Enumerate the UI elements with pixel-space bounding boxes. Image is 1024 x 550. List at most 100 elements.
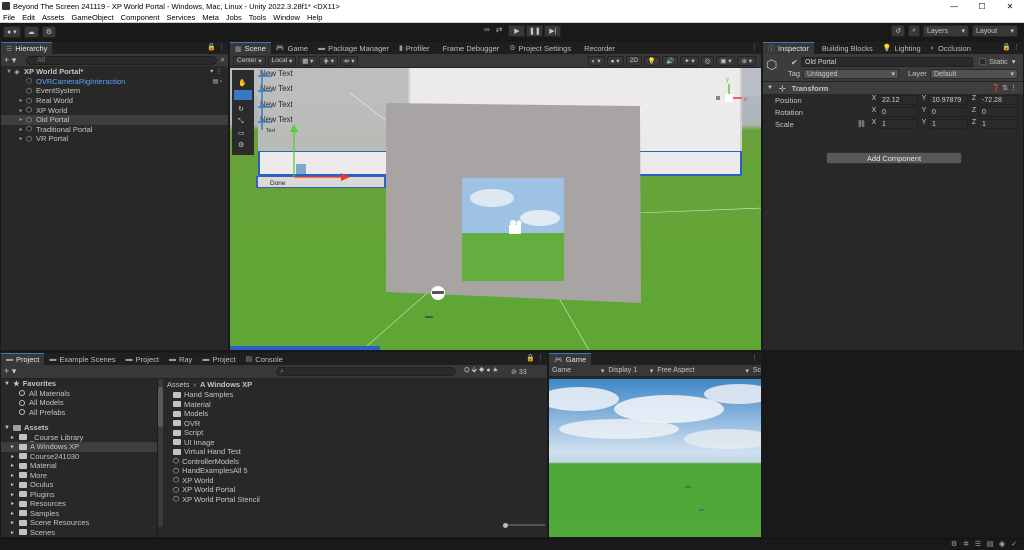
collapsed-arrow-icon[interactable]: ▸ xyxy=(11,500,19,507)
file-item[interactable]: ⬡ XP World xyxy=(173,476,547,486)
hierarchy-item[interactable]: ⬡ EventSystem xyxy=(1,86,228,96)
tab-lighting[interactable]: 💡 Lighting xyxy=(878,42,926,54)
search-options-icon[interactable]: ⌕ xyxy=(221,55,225,65)
collapsed-arrow-icon[interactable]: ▸ xyxy=(17,116,25,123)
add-component-button[interactable]: Add Component xyxy=(826,152,962,164)
account-dropdown[interactable]: ● ▾ xyxy=(3,25,21,38)
tab-project-settings[interactable]: ⚙ Project Settings xyxy=(504,42,576,54)
grid-snap-icon[interactable]: ▦ ▾ xyxy=(298,55,318,66)
tab-ray[interactable]: ▬ Ray xyxy=(164,353,197,365)
file-item[interactable]: Hand Samples xyxy=(173,390,547,400)
tab-hierarchy[interactable]: ☰ Hierarchy xyxy=(1,42,53,54)
collapsed-arrow-icon[interactable]: ▸ xyxy=(11,481,19,488)
tab-frame-debugger[interactable]: Frame Debugger xyxy=(435,42,505,54)
hierarchy-item[interactable]: ▸ ⬡ XP World xyxy=(1,105,228,115)
asset-folder-item[interactable]: ▸ Scenes xyxy=(1,528,157,538)
file-item[interactable]: Virtual Hand Test xyxy=(173,447,547,457)
tab-building-blocks[interactable]: Building Blocks xyxy=(814,42,878,54)
lighting-toggle-icon[interactable]: 💡 xyxy=(643,55,660,66)
tag-dropdown[interactable]: Untagged ▾ xyxy=(803,69,899,79)
scale-tool-icon[interactable]: ⤡ xyxy=(238,117,244,125)
file-item[interactable]: Models xyxy=(173,409,547,419)
scale-z-field[interactable]: 1 xyxy=(978,119,1018,129)
hierarchy-item[interactable]: ▸ ⬡ Old Portal xyxy=(1,114,228,125)
breadcrumb-current[interactable]: A Windows XP xyxy=(200,380,252,389)
hierarchy-item[interactable]: ▸ ⬡ Traditional Portal xyxy=(1,125,228,135)
favorite-item[interactable]: All Prefabs xyxy=(1,408,157,418)
network-icon[interactable]: ⚙ xyxy=(950,541,958,549)
tab-package-manager[interactable]: ▬ Package Manager xyxy=(313,42,394,54)
collapsed-arrow-icon[interactable]: ▸ xyxy=(17,107,25,114)
collapsed-arrow-icon[interactable]: ▸ xyxy=(17,97,25,104)
event-system-gizmo-icon[interactable] xyxy=(431,286,445,300)
menu-item-file[interactable]: File xyxy=(3,13,15,22)
check-icon[interactable]: ✓ xyxy=(1010,541,1018,549)
asset-folder-item[interactable]: ▸ Course241030 xyxy=(1,452,157,462)
asset-folder-item[interactable]: ▸ More xyxy=(1,471,157,481)
hierarchy-search-input[interactable]: All xyxy=(26,55,217,65)
tab-recorder[interactable]: Recorder xyxy=(576,42,620,54)
collapsed-arrow-icon[interactable]: ▸ xyxy=(11,529,19,536)
tab-project[interactable]: ▬ Project xyxy=(197,353,240,365)
bug-icon[interactable]: ✲ xyxy=(962,541,970,549)
scene-canvas[interactable]: Done ✋ ↻ ⤡ ▭ ⚙ New Text New Text New Tex… xyxy=(230,68,761,350)
collapsed-arrow-icon[interactable]: ▸ xyxy=(17,135,25,142)
panel-menu-icon[interactable]: 🔒 ⋮ xyxy=(207,43,225,51)
history-icon[interactable]: ↺ xyxy=(891,25,906,37)
panel-menu-icon[interactable]: ⋮ xyxy=(751,354,758,362)
rotation-z-field[interactable]: 0 xyxy=(978,107,1018,117)
file-item[interactable]: OVR xyxy=(173,419,547,429)
aspect-dropdown[interactable]: Free Aspect ▾ xyxy=(657,367,749,375)
tab-console[interactable]: ▤ Console xyxy=(241,353,288,365)
favorite-item[interactable]: All Materials xyxy=(1,389,157,399)
collapsed-arrow-icon[interactable]: ▸ xyxy=(11,491,19,498)
gizmo-plane-handle[interactable] xyxy=(296,164,306,174)
icon-size-slider[interactable] xyxy=(503,522,545,528)
create-asset-icon[interactable]: + ▾ xyxy=(4,366,16,377)
favorite-item[interactable]: All Models xyxy=(1,398,157,408)
file-item[interactable]: ⬡ ControllerModels xyxy=(173,457,547,467)
object-name-field[interactable]: Old Portal xyxy=(801,57,973,67)
asset-folder-item[interactable]: ▸ _Course Library xyxy=(1,433,157,443)
hidden-objects-icon[interactable]: ◎ xyxy=(700,55,715,66)
menu-item-edit[interactable]: Edit xyxy=(22,13,35,22)
rotation-y-field[interactable]: 0 xyxy=(928,107,968,117)
camera-gizmo-icon[interactable] xyxy=(509,220,522,234)
tab-project[interactable]: ▬ Project xyxy=(1,353,45,365)
asset-folder-item[interactable]: ▸ A Windows XP xyxy=(1,442,157,452)
move-tool-icon[interactable] xyxy=(234,90,252,100)
asset-folder-item[interactable]: ▸ Oculus xyxy=(1,480,157,490)
display-dropdown[interactable]: Display 1 ▾ xyxy=(608,367,653,375)
play-button[interactable]: ▶ xyxy=(508,25,526,37)
position-z-field[interactable]: -72.28 xyxy=(978,95,1018,105)
tab-scene[interactable]: ▦ Scene xyxy=(230,42,271,54)
scale-slider-label[interactable]: Sc xyxy=(753,367,761,374)
hierarchy-item[interactable]: ▸ ⬡ Real World xyxy=(1,96,228,106)
asset-folder-item[interactable]: ▸ Plugins xyxy=(1,490,157,500)
snap-increment-icon[interactable]: ⋕ ▾ xyxy=(319,55,338,66)
position-x-field[interactable]: 22.12 xyxy=(878,95,918,105)
tab-example-scenes[interactable]: ▬ Example Scenes xyxy=(44,353,120,365)
rotate-tool-icon[interactable]: ↻ xyxy=(238,105,244,113)
gizmos-icon[interactable]: ⊕ ▾ xyxy=(737,55,756,66)
tab-inspector[interactable]: ⓘ Inspector xyxy=(763,42,814,54)
space-dropdown[interactable]: Local ▾ xyxy=(267,55,297,66)
asset-folder-item[interactable]: ▸ Samples xyxy=(1,509,157,519)
static-toggle[interactable]: Static ▾ xyxy=(979,57,1016,66)
hierarchy-item[interactable]: ⬡ OVRCameraRigInteraction ▤ › xyxy=(1,77,228,87)
collapsed-arrow-icon[interactable]: ▸ xyxy=(11,453,19,460)
file-item[interactable]: ⬡ XP World Portal Stencil xyxy=(173,495,547,505)
file-item[interactable]: ⬡ HandExamplesAll 5 xyxy=(173,466,547,476)
increment-icon[interactable]: ⇹ ▾ xyxy=(339,55,359,66)
audio-toggle-icon[interactable]: 🔊 xyxy=(661,55,679,66)
game-viewport[interactable] xyxy=(549,379,761,537)
2d-toggle[interactable]: 2D xyxy=(625,55,642,66)
menu-item-tools[interactable]: Tools xyxy=(249,13,267,22)
file-item[interactable]: UI Image xyxy=(173,438,547,448)
game-mode-dropdown[interactable]: Game ▾ xyxy=(552,367,604,375)
component-menu-icon[interactable]: ❓ ⇅ ⋮ xyxy=(992,84,1017,92)
collapsed-arrow-icon[interactable]: ▸ xyxy=(11,519,19,526)
panel-menu-icon[interactable]: 🔒 ⋮ xyxy=(1002,43,1020,51)
collapsed-arrow-icon[interactable]: ▸ xyxy=(11,472,19,479)
tab-game[interactable]: 🎮 Game xyxy=(271,42,313,54)
